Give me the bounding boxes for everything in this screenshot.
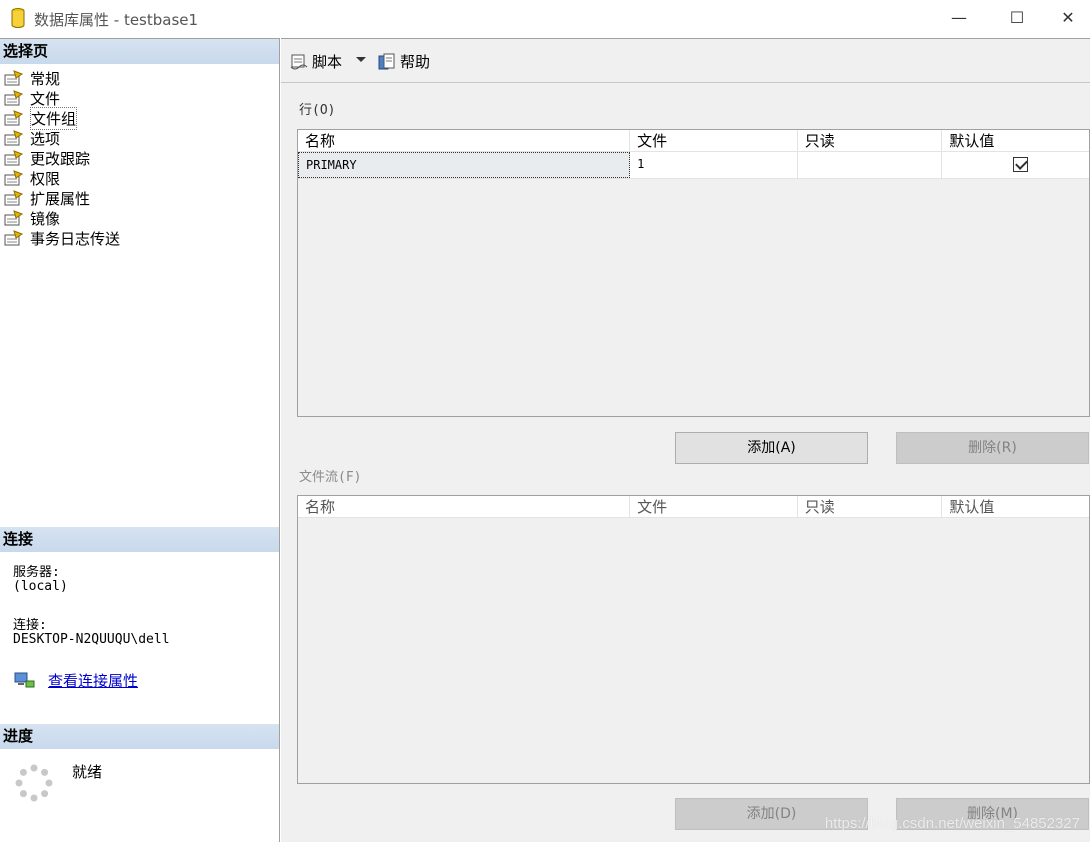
- rows-grid-label: 行(O): [299, 103, 336, 118]
- column-header-default[interactable]: 默认值: [942, 130, 1089, 151]
- page-icon: [4, 210, 24, 226]
- page-list: 常规 文件 文件组 选项 更改跟踪 权限 扩展属性 镜像 事务日志传送: [4, 68, 120, 248]
- column-header-files[interactable]: 文件: [630, 496, 798, 517]
- page-icon: [4, 150, 24, 166]
- progress-header: 进度: [0, 724, 279, 749]
- column-header-readonly[interactable]: 只读: [798, 496, 943, 517]
- connection-properties-icon: [14, 672, 35, 688]
- help-button[interactable]: 帮助: [377, 51, 430, 72]
- minimize-button[interactable]: —: [930, 0, 988, 38]
- column-header-name[interactable]: 名称: [298, 130, 631, 151]
- filestream-grid[interactable]: 名称 文件 只读 默认值: [297, 495, 1090, 784]
- cell-readonly[interactable]: [798, 152, 943, 178]
- page-icon: [4, 190, 24, 206]
- sidebar-item-label: 选项: [30, 129, 61, 148]
- grid-header: 名称 文件 只读 默认值: [298, 496, 1089, 518]
- left-pane: 选择页 常规 文件 文件组 选项 更改跟踪 权限 扩展属性 镜像 事务日志传送 …: [0, 38, 280, 842]
- script-button[interactable]: 脚本: [289, 51, 342, 72]
- sidebar-item-label: 常规: [30, 69, 61, 88]
- cell-files: 1: [630, 152, 798, 178]
- page-icon: [4, 110, 24, 126]
- connection-header: 连接: [0, 527, 279, 552]
- column-header-readonly[interactable]: 只读: [798, 130, 943, 151]
- sidebar-item-label: 文件组: [30, 106, 78, 130]
- sidebar-item-permissions[interactable]: 权限: [4, 168, 120, 188]
- connection-label: 连接:: [13, 618, 47, 633]
- column-header-default[interactable]: 默认值: [942, 496, 1089, 517]
- script-icon: [290, 54, 308, 69]
- window-title: 数据库属性 - testbase1: [34, 11, 199, 29]
- close-button[interactable]: ✕: [1046, 0, 1090, 38]
- sidebar-item-mirroring[interactable]: 镜像: [4, 208, 120, 228]
- select-page-header: 选择页: [0, 39, 279, 64]
- sidebar-item-label: 事务日志传送: [30, 229, 121, 248]
- help-icon: [378, 53, 395, 69]
- right-pane: 脚本 帮助 行(O) 名称 文件 只读 默认值 PRIMARY 1 添加(A) …: [281, 38, 1090, 842]
- sidebar-item-general[interactable]: 常规: [4, 68, 120, 88]
- column-header-files[interactable]: 文件: [630, 130, 798, 151]
- sidebar-item-label: 文件: [30, 89, 61, 108]
- add-filegroup-button[interactable]: 添加(A): [675, 432, 868, 464]
- remove-filegroup-button[interactable]: 删除(R): [896, 432, 1089, 464]
- progress-status: 就绪: [72, 763, 103, 781]
- help-label: 帮助: [400, 53, 431, 71]
- script-dropdown-button[interactable]: [355, 53, 367, 65]
- progress-spinner-icon: [15, 764, 53, 802]
- server-value: (local): [13, 579, 68, 594]
- cell-default[interactable]: [942, 152, 1089, 178]
- grid-header: 名称 文件 只读 默认值: [298, 130, 1089, 152]
- sidebar-item-filegroups[interactable]: 文件组: [4, 106, 120, 130]
- toolbar: 脚本 帮助: [281, 39, 1090, 83]
- sidebar-item-label: 镜像: [30, 209, 61, 228]
- chevron-down-icon: [356, 57, 366, 62]
- table-row[interactable]: PRIMARY 1: [298, 152, 1089, 179]
- page-icon: [4, 130, 24, 146]
- connection-value: DESKTOP-N2QUUQU\dell: [13, 632, 170, 647]
- sidebar-item-options[interactable]: 选项: [4, 128, 120, 148]
- sidebar-item-files[interactable]: 文件: [4, 88, 120, 108]
- server-label: 服务器:: [13, 565, 60, 580]
- title-bar: 数据库属性 - testbase1 — ☐ ✕: [0, 0, 1090, 38]
- column-header-name[interactable]: 名称: [298, 496, 631, 517]
- page-icon: [4, 170, 24, 186]
- rows-grid[interactable]: 名称 文件 只读 默认值 PRIMARY 1: [297, 129, 1090, 417]
- watermark: https://blog.csdn.net/weixin_54852327: [824, 815, 1080, 832]
- sidebar-item-log-shipping[interactable]: 事务日志传送: [4, 228, 120, 248]
- sidebar-item-label: 权限: [30, 169, 61, 188]
- page-icon: [4, 70, 24, 86]
- page-icon: [4, 90, 24, 106]
- view-connection-properties-link[interactable]: 查看连接属性: [48, 670, 138, 691]
- sidebar-item-label: 更改跟踪: [30, 149, 91, 168]
- maximize-button[interactable]: ☐: [988, 0, 1046, 38]
- filestream-grid-label: 文件流(F): [299, 470, 362, 485]
- sidebar-item-change-tracking[interactable]: 更改跟踪: [4, 148, 120, 168]
- sidebar-item-extended-properties[interactable]: 扩展属性: [4, 188, 120, 208]
- page-icon: [4, 230, 24, 246]
- sidebar-item-label: 扩展属性: [30, 189, 91, 208]
- default-checkbox[interactable]: [1013, 157, 1029, 172]
- script-label: 脚本: [312, 53, 343, 71]
- database-icon: [11, 8, 25, 28]
- cell-name[interactable]: PRIMARY: [298, 152, 631, 178]
